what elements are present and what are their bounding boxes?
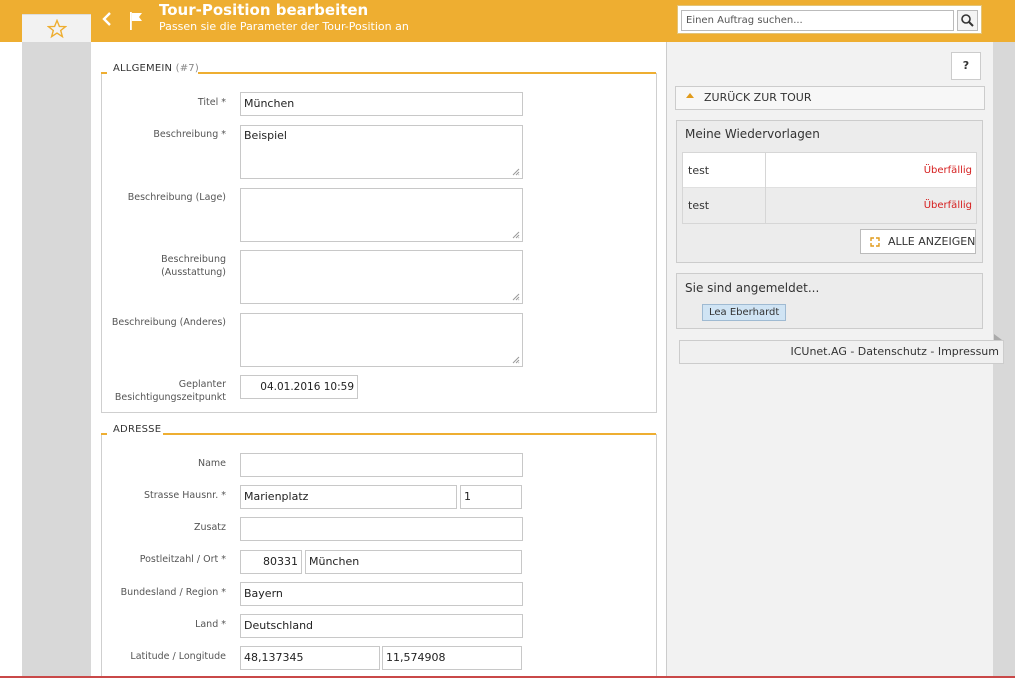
star-icon (47, 19, 67, 39)
bundesland-field[interactable]: Bayern (240, 582, 523, 606)
search-input[interactable] (681, 10, 954, 31)
wiedervorlagen-table: test Überfällig test Überfällig (682, 152, 977, 224)
left-sidebar (22, 42, 91, 678)
wiedervorlage-name: test (683, 188, 766, 223)
zusatz-label: Zusatz (193, 522, 226, 533)
back-chevron-icon[interactable] (101, 9, 117, 29)
show-all-label: ALLE ANZEIGEN (888, 235, 976, 248)
back-to-tour-button[interactable]: ZURÜCK ZUR TOUR (675, 86, 985, 110)
expand-icon (870, 237, 880, 247)
land-label: Land * (195, 619, 226, 630)
flag-icon[interactable] (128, 11, 144, 31)
wiedervorlagen-title: Meine Wiedervorlagen (685, 127, 820, 141)
bundesland-label: Bundesland / Region * (120, 587, 226, 598)
hausnr-field[interactable]: 1 (460, 485, 522, 509)
zeitpunkt-label: Geplanter Besichtigungszeitpunkt (115, 378, 226, 404)
show-all-button[interactable]: ALLE ANZEIGEN (860, 229, 976, 254)
wiedervorlage-name: test (683, 153, 766, 188)
latlng-label: Latitude / Longitude (130, 651, 226, 662)
help-button[interactable]: ? (951, 52, 981, 80)
favorites-tile[interactable] (22, 14, 91, 42)
strasse-field[interactable]: Marienplatz (240, 485, 457, 509)
section-tick (101, 433, 107, 435)
latitude-field[interactable]: 48,137345 (240, 646, 380, 670)
ausstattung-label-line1: Beschreibung (161, 254, 226, 265)
zeitpunkt-field[interactable]: 04.01.2016 10:59 (240, 375, 358, 399)
page-subtitle: Passen sie die Parameter der Tour-Positi… (159, 20, 409, 33)
ausstattung-field[interactable] (240, 250, 523, 304)
footer-links[interactable]: ICUnet.AG - Datenschutz - Impressum (679, 340, 1004, 364)
lage-field[interactable] (240, 188, 523, 242)
titel-field[interactable]: München (240, 92, 523, 116)
anderes-label: Beschreibung (Anderes) (111, 317, 226, 328)
lage-label: Beschreibung (Lage) (127, 192, 226, 203)
land-field[interactable]: Deutschland (240, 614, 523, 638)
general-section-title: ALLGEMEIN (#7) (113, 63, 199, 74)
ausstattung-label: Beschreibung (Ausstattung) (161, 253, 226, 279)
search-icon (961, 14, 974, 27)
general-title-text: ALLGEMEIN (113, 63, 173, 74)
plz-label: Postleitzahl / Ort * (139, 554, 226, 565)
resize-grip-icon[interactable] (512, 168, 520, 176)
section-line (198, 72, 656, 74)
plz-field[interactable]: 80331 (240, 550, 302, 574)
beschreibung-label: Beschreibung * (153, 129, 226, 140)
name-label: Name (197, 458, 226, 469)
longitude-field[interactable]: 11,574908 (382, 646, 522, 670)
anderes-field[interactable] (240, 313, 523, 367)
titel-label: Titel * (197, 97, 226, 108)
page-title: Tour-Position bearbeiten (159, 1, 369, 19)
back-to-tour-label: ZURÜCK ZUR TOUR (704, 91, 812, 104)
status-badge: Überfällig (923, 165, 972, 176)
search-button[interactable] (957, 10, 978, 31)
resize-grip-icon[interactable] (512, 293, 520, 301)
table-row[interactable]: test Überfällig (683, 153, 976, 188)
ort-field[interactable]: München (305, 550, 522, 574)
section-tick (101, 72, 107, 74)
search-box (677, 5, 982, 34)
ausstattung-label-line2: (Ausstattung) (161, 267, 226, 278)
beschreibung-field[interactable]: Beispiel (240, 125, 523, 179)
strasse-label: Strasse Hausnr. * (143, 490, 226, 501)
resize-grip-icon[interactable] (512, 356, 520, 364)
zeitpunkt-label-line2: Besichtigungszeitpunkt (114, 392, 226, 403)
beschreibung-value: Beispiel (244, 129, 287, 142)
zeitpunkt-label-line1: Geplanter (178, 379, 226, 390)
general-count: (#7) (175, 63, 199, 74)
caret-up-icon (686, 93, 694, 98)
user-badge[interactable]: Lea Eberhardt (702, 304, 787, 321)
logged-in-title: Sie sind angemeldet... (685, 281, 820, 295)
table-row[interactable]: test Überfällig (683, 188, 976, 223)
name-field[interactable] (240, 453, 523, 477)
section-line (163, 433, 656, 435)
resize-grip-icon[interactable] (512, 231, 520, 239)
status-badge: Überfällig (923, 200, 972, 211)
zusatz-field[interactable] (240, 517, 523, 541)
address-section-title: ADRESSE (113, 424, 162, 435)
